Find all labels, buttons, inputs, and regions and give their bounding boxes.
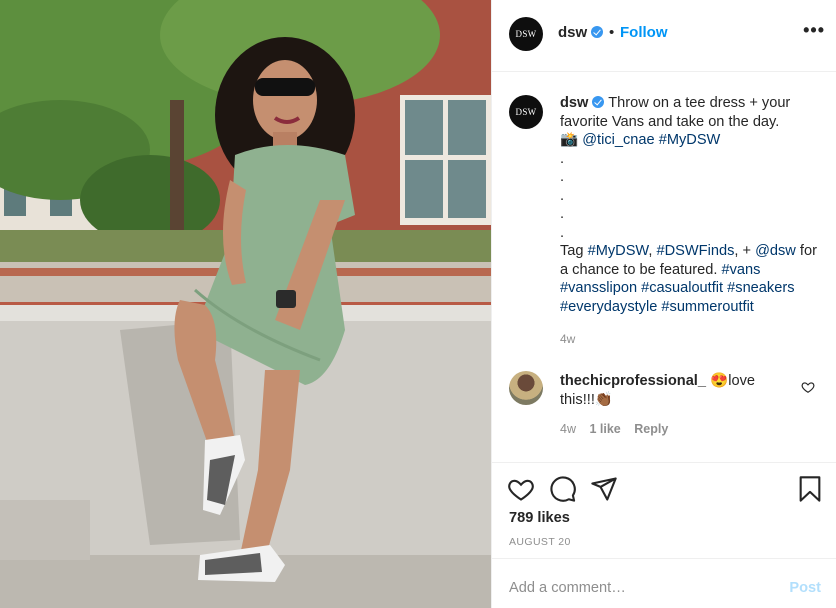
heart-icon[interactable] xyxy=(507,475,535,503)
caption-dot: . xyxy=(560,150,565,167)
post-actions: 789 likes AUGUST 20 xyxy=(492,462,836,558)
caption-dot: . xyxy=(560,206,565,222)
hashtag-link[interactable]: #sneakers xyxy=(727,280,794,296)
mention-link[interactable]: @tici_cnae xyxy=(582,132,654,148)
add-comment-bar: Add a comment… Post xyxy=(492,558,836,608)
commenter-avatar[interactable] xyxy=(509,371,543,405)
camera-emoji: 📸 xyxy=(560,132,579,148)
comment-meta: 4w 1 like Reply xyxy=(560,422,678,436)
hashtag-link[interactable]: #everydaystyle xyxy=(560,299,657,315)
comments-section: DSW dsw Throw on a tee dress + your favo… xyxy=(492,72,836,462)
caption-timestamp[interactable]: 4w xyxy=(560,332,575,346)
verified-badge-icon xyxy=(592,96,605,108)
hashtag-link[interactable]: #MyDSW xyxy=(588,243,649,259)
more-options-icon[interactable]: ••• xyxy=(803,20,825,41)
photo-illustration xyxy=(0,0,491,608)
hashtag-link[interactable]: #DSWFinds xyxy=(657,243,735,259)
share-icon[interactable] xyxy=(590,475,618,503)
separator-dot: • xyxy=(609,24,615,41)
commenter-username[interactable]: thechicprofessional_ xyxy=(560,373,706,389)
post-photo[interactable] xyxy=(0,0,491,608)
small-heart-icon[interactable] xyxy=(801,380,815,394)
caption-tag-text: Tag xyxy=(560,243,584,259)
account-username[interactable]: dsw xyxy=(558,24,604,41)
hashtag-link[interactable]: #summeroutfit xyxy=(661,299,753,315)
post-comment-button[interactable]: Post xyxy=(789,580,821,596)
likes-count[interactable]: 789 likes xyxy=(509,510,570,526)
hashtag-link[interactable]: #vans xyxy=(721,262,760,278)
comment-likes[interactable]: 1 like xyxy=(589,422,620,436)
comment-text: thechicprofessional_ 😍love this!!!👏🏾 xyxy=(560,372,790,409)
caption-text: dsw Throw on a tee dress + your favorite… xyxy=(560,94,822,316)
comment-icon[interactable] xyxy=(549,475,577,503)
account-username-text[interactable]: dsw xyxy=(558,24,587,41)
caption-avatar[interactable]: DSW xyxy=(509,95,543,129)
follow-button[interactable]: Follow xyxy=(620,24,668,41)
hashtag-link[interactable]: #casualoutfit xyxy=(641,280,723,296)
caption-username[interactable]: dsw xyxy=(560,95,588,111)
caption-tag-text: , + xyxy=(734,243,752,259)
mention-link[interactable]: @dsw xyxy=(755,243,796,259)
caption-dot: . xyxy=(560,224,565,241)
caption-dot: . xyxy=(560,169,565,185)
post-header: DSW dsw • Follow ••• xyxy=(492,0,836,72)
hashtag-link[interactable]: #vansslipon xyxy=(560,280,637,296)
comment-timestamp[interactable]: 4w xyxy=(560,422,576,436)
account-avatar[interactable]: DSW xyxy=(509,17,543,51)
bookmark-icon[interactable] xyxy=(796,475,824,503)
reply-button[interactable]: Reply xyxy=(634,422,668,436)
post-date[interactable]: AUGUST 20 xyxy=(509,536,571,548)
caption-dot: . xyxy=(560,187,565,204)
add-comment-input[interactable]: Add a comment… xyxy=(509,580,626,596)
post-details-panel: DSW dsw • Follow ••• DSW dsw Throw on a … xyxy=(491,0,836,608)
hashtag-link[interactable]: #MyDSW xyxy=(659,132,721,148)
verified-badge-icon xyxy=(591,26,604,38)
